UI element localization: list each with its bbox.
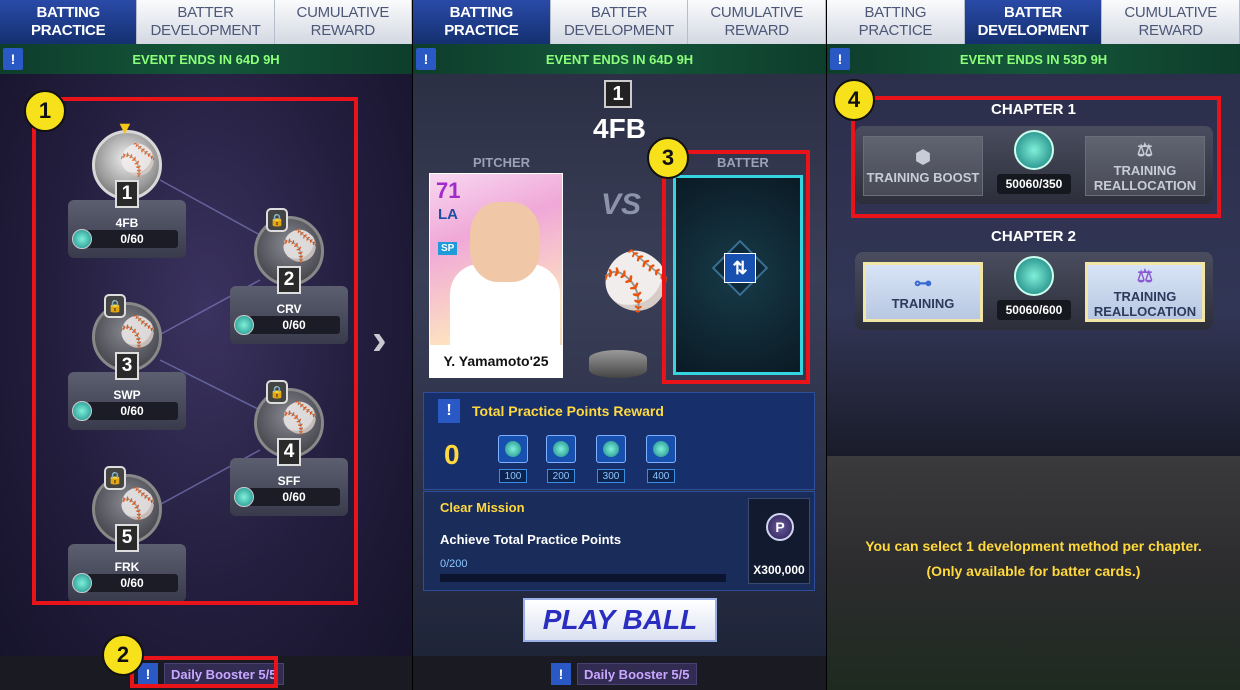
reward-tier-icon[interactable] (596, 435, 626, 463)
option-label: TRAINING (891, 296, 955, 311)
stage-detail-panel: BATTING PRACTICE BATTER DEVELOPMENT CUMU… (413, 0, 826, 690)
mission-progress-text: 0/200 (440, 558, 468, 570)
chapter-2-title: CHAPTER 2 (990, 228, 1076, 245)
play-ball-button[interactable]: PLAY BALL (523, 598, 717, 642)
event-timer-banner: EVENT ENDS IN 64D 9H (413, 44, 826, 74)
batter-silhouette-icon: ⚾ (601, 249, 671, 312)
highlight-box-2 (130, 656, 278, 688)
tab-bar: BATTING PRACTICE BATTER DEVELOPMENT CUMU… (827, 0, 1240, 44)
seesaw-icon: ⚖ (1136, 265, 1154, 286)
marker-4: 4 (833, 79, 875, 121)
mission-reward-amount: X300,000 (753, 563, 805, 577)
counter-value: 50060/600 (997, 300, 1071, 320)
marker-3: 3 (647, 137, 689, 179)
reward-tier-label: 200 (547, 469, 575, 483)
training-reallocation-option[interactable]: ⚖ TRAINING REALLOCATION (1085, 262, 1205, 322)
batter-trophy-statue: ⚾ (573, 240, 671, 378)
team-logo-icon: LA (438, 206, 458, 223)
batter-development-panel: BATTING PRACTICE BATTER DEVELOPMENT CUMU… (827, 0, 1240, 690)
reward-tier-icon[interactable] (498, 435, 528, 463)
mission-title: Clear Mission (440, 500, 525, 515)
reward-info-button[interactable]: ! (438, 399, 460, 423)
training-option[interactable]: ⊶ TRAINING (863, 262, 983, 322)
mission-reward[interactable]: P X300,000 (748, 498, 810, 584)
chapter-2-row: ⊶ TRAINING 50060/600 ⚖ TRAINING REALLOCA… (855, 252, 1213, 330)
reward-tier-label: 300 (597, 469, 625, 483)
player-name: Y. Yamamoto'25 (430, 345, 562, 377)
chapter-2-counter: 50060/600 (991, 256, 1077, 326)
highlight-box-4 (851, 96, 1221, 218)
option-label: TRAINING REALLOCATION (1093, 288, 1197, 319)
tab-batting-practice[interactable]: BATTING PRACTICE (413, 0, 551, 44)
highlight-box-1 (32, 97, 358, 605)
tab-batter-development[interactable]: BATTER DEVELOPMENT (550, 0, 689, 44)
stage-title: 4FB (593, 113, 646, 144)
info-button[interactable]: ! (416, 48, 436, 70)
vs-label: VS (601, 188, 642, 221)
stage-number: 1 (604, 80, 632, 108)
statue-pedestal (589, 350, 647, 378)
reward-tier-icon[interactable] (646, 435, 676, 463)
mission-progress-bar (440, 574, 726, 582)
reward-points: 0 (444, 439, 460, 470)
position-badge: SP (438, 242, 458, 255)
reward-title: Total Practice Points Reward (472, 403, 664, 419)
mission-description: Achieve Total Practice Points (440, 532, 622, 547)
clear-mission-panel: Clear Mission Achieve Total Practice Poi… (423, 491, 815, 591)
player-portrait (470, 202, 540, 282)
tab-batting-practice[interactable]: BATTING PRACTICE (827, 0, 965, 44)
info-button[interactable]: ! (830, 48, 850, 70)
pitcher-header: PITCHER (473, 155, 531, 170)
reward-tier-icon[interactable] (546, 435, 576, 463)
marker-2: 2 (102, 634, 144, 676)
batting-practice-path-panel: BATTING PRACTICE BATTER DEVELOPMENT CUMU… (0, 0, 412, 690)
dumbbell-icon: ⊶ (914, 273, 932, 293)
note-line-2: (Only available for batter cards.) (926, 563, 1141, 579)
tab-cumulative-reward[interactable]: CUMULATIVE REWARD (1102, 0, 1240, 44)
chevron-right-icon: › (372, 315, 387, 364)
daily-booster-badge[interactable]: Daily Booster 5/5 (577, 663, 697, 685)
marker-1: 1 (24, 90, 66, 132)
practice-point-icon (1014, 256, 1054, 296)
reward-tier-label: 100 (499, 469, 527, 483)
highlight-box-3 (662, 150, 810, 384)
event-timer-banner: EVENT ENDS IN 53D 9H (827, 44, 1240, 74)
points-coin-icon: P (766, 513, 794, 541)
total-practice-reward-panel: ! Total Practice Points Reward 0 100 200… (423, 392, 815, 490)
reward-tier-label: 400 (647, 469, 675, 483)
tab-batter-development[interactable]: BATTER DEVELOPMENT (964, 0, 1103, 44)
tab-cumulative-reward[interactable]: CUMULATIVE REWARD (688, 0, 826, 44)
tab-bar: BATTING PRACTICE BATTER DEVELOPMENT CUMU… (413, 0, 826, 44)
note-line-1: You can select 1 development method per … (865, 538, 1202, 554)
card-ovr: 71 (436, 178, 461, 203)
pitcher-card[interactable]: 71 LA SP Y. Yamamoto'25 (429, 173, 563, 378)
booster-info-button[interactable]: ! (551, 663, 571, 685)
